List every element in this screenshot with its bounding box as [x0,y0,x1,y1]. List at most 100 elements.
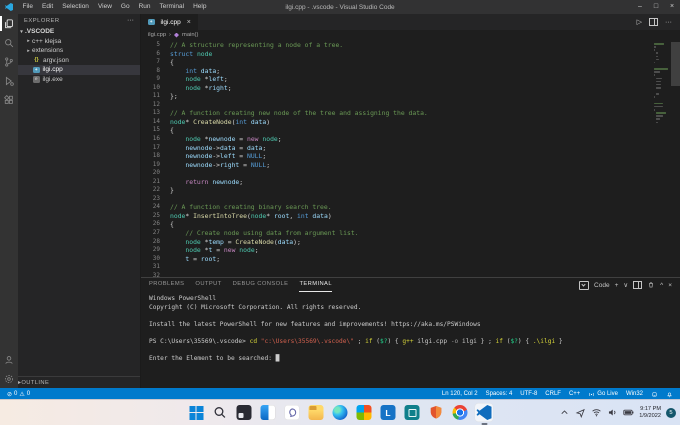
breadcrumb-symbol[interactable]: main() [182,32,198,38]
taskbar-file-explorer-icon[interactable] [307,403,326,422]
status-language[interactable]: C++ [569,391,580,397]
split-editor-icon[interactable] [649,18,658,26]
taskbar-photos-icon[interactable] [355,403,374,422]
explorer-header: EXPLORER ··· [18,14,140,27]
activity-account-icon[interactable] [0,350,18,369]
taskbar-app-teal-icon[interactable] [403,403,422,422]
panel-tab-problems[interactable]: PROBLEMS [149,278,184,292]
taskbar-chrome-icon[interactable] [451,403,470,422]
explorer-more-actions-icon[interactable]: ··· [127,17,134,24]
activity-explorer-icon[interactable] [0,14,18,33]
terminal-profile-icon[interactable] [579,280,590,290]
code-editor[interactable]: 5// A structure representing a node of a… [141,40,680,277]
tree-item-ilgi-exe[interactable]: e ilgi.exe [18,75,140,85]
activity-extensions-icon[interactable] [0,90,18,109]
panel-tab-terminal[interactable]: TERMINAL [299,278,332,292]
panel-tab-output[interactable]: OUTPUT [195,278,221,292]
line-number: 20 [152,169,160,177]
menu-terminal[interactable]: Terminal [155,0,189,14]
notification-count-badge[interactable]: 5 [666,407,676,418]
taskbar-edge-icon[interactable] [331,403,350,422]
terminal-name-label[interactable]: Code [594,282,610,289]
minimap-line [654,102,664,105]
activity-run-debug-icon[interactable] [0,71,18,90]
run-button[interactable]: ▷ [637,18,642,26]
panel-header: PROBLEMS OUTPUT DEBUG CONSOLE TERMINAL Code… [141,278,680,292]
file-explorer-glyph [308,405,324,420]
menu-view[interactable]: View [93,0,116,14]
status-platform[interactable]: Win32 [626,391,643,397]
line-number: 19 [152,160,160,168]
warning-count: 0 [26,391,31,397]
chevron-down-icon: ▾ [20,28,23,35]
new-terminal-icon[interactable]: + [615,282,619,289]
go-live-button[interactable]: Go Live [588,391,618,398]
notifications-button[interactable] [666,391,673,398]
status-eol[interactable]: CRLF [545,391,561,397]
taskbar-chat-icon[interactable] [283,403,302,422]
problems-indicator[interactable]: ⊘ 0 ⚠ 0 [7,391,30,398]
tree-item-argv-json[interactable]: {} argv.json [18,56,140,66]
maximize-button[interactable]: □ [648,0,664,14]
taskbar-security-shield-icon[interactable] [427,403,446,422]
menu-edit[interactable]: Edit [37,0,57,14]
screen: File Edit Selection View Go Run Terminal Help i… [0,0,680,425]
file-label: extensions [32,47,64,55]
tree-item-ilgi-cpp[interactable]: + ilgi.cpp [18,65,140,75]
minimap[interactable] [654,43,669,131]
tree-root-vscode[interactable]: ▾ .VSCODE [18,27,140,37]
feedback-button[interactable] [651,391,658,398]
battery-icon[interactable] [623,407,634,418]
outline-section[interactable]: ▸ OUTLINE [18,376,140,388]
maximize-panel-icon[interactable]: ^ [660,282,663,289]
tray-share-icon[interactable] [575,407,586,418]
activity-bar-top [0,14,18,109]
file-label: ilgi.cpp [42,66,63,74]
terminal-line: Windows PowerShell [149,295,217,302]
line-number: 24 [152,203,160,211]
more-actions-icon[interactable]: ··· [665,19,672,26]
status-encoding[interactable]: UTF-8 [520,391,537,397]
menu-selection[interactable]: Selection [58,0,94,14]
breadcrumb-file[interactable]: ilgi.cpp [148,32,166,38]
code-line: 11}; [141,92,654,101]
taskbar-clock[interactable]: 9:17 PM 1/9/2022 [639,406,661,419]
status-indentation[interactable]: Spaces: 4 [486,391,513,397]
code-line: 29 node * t = new node; [141,246,654,255]
panel-tab-debug-console[interactable]: DEBUG CONSOLE [233,278,289,292]
taskbar-task-view-icon[interactable] [235,403,254,422]
wifi-icon[interactable] [591,407,602,418]
code-line: 17 newnode -> data = data; [141,144,654,153]
menu-go[interactable]: Go [116,0,134,14]
minimize-button[interactable]: – [632,0,648,14]
tab-close-icon[interactable]: × [187,19,191,26]
status-line-col[interactable]: Ln 120, Col 2 [442,391,478,397]
split-terminal-icon[interactable] [633,281,643,289]
activity-settings-icon[interactable] [0,369,18,388]
tree-item-extensions[interactable]: ▸ extensions [18,46,140,56]
close-panel-icon[interactable]: × [668,282,672,289]
tree-item-c-klejsa[interactable]: ▸ c++ klejsa [18,37,140,47]
tray-chevron-up-icon[interactable] [559,407,570,418]
close-button[interactable]: × [664,0,680,14]
terminal-dropdown-icon[interactable]: ∨ [623,281,628,289]
taskbar-widgets-icon[interactable] [259,403,278,422]
activity-search-icon[interactable] [0,33,18,52]
menu-bar: File Edit Selection View Go Run Terminal Help [18,0,211,14]
scrollbar-thumb[interactable] [670,42,680,86]
minimap-line [656,112,666,114]
menu-help[interactable]: Help [189,0,211,14]
activity-source-control-icon[interactable] [0,52,18,71]
taskbar-vscode-icon[interactable] [474,403,494,422]
volume-icon[interactable] [607,407,618,418]
menu-file[interactable]: File [18,0,37,14]
code-line: 30 t = root; [141,255,654,264]
menu-run[interactable]: Run [134,0,155,14]
tab-ilgi-cpp[interactable]: + ilgi.cpp × [141,14,199,30]
taskbar-start-icon[interactable] [187,403,206,422]
code-line: 15{ [141,126,654,135]
taskbar-app-l-icon[interactable]: L [379,403,398,422]
kill-terminal-trash-icon[interactable] [647,281,655,289]
terminal-output[interactable]: Windows PowerShell Copyright (C) Microsof… [141,292,680,388]
taskbar-search-icon[interactable] [211,403,230,422]
